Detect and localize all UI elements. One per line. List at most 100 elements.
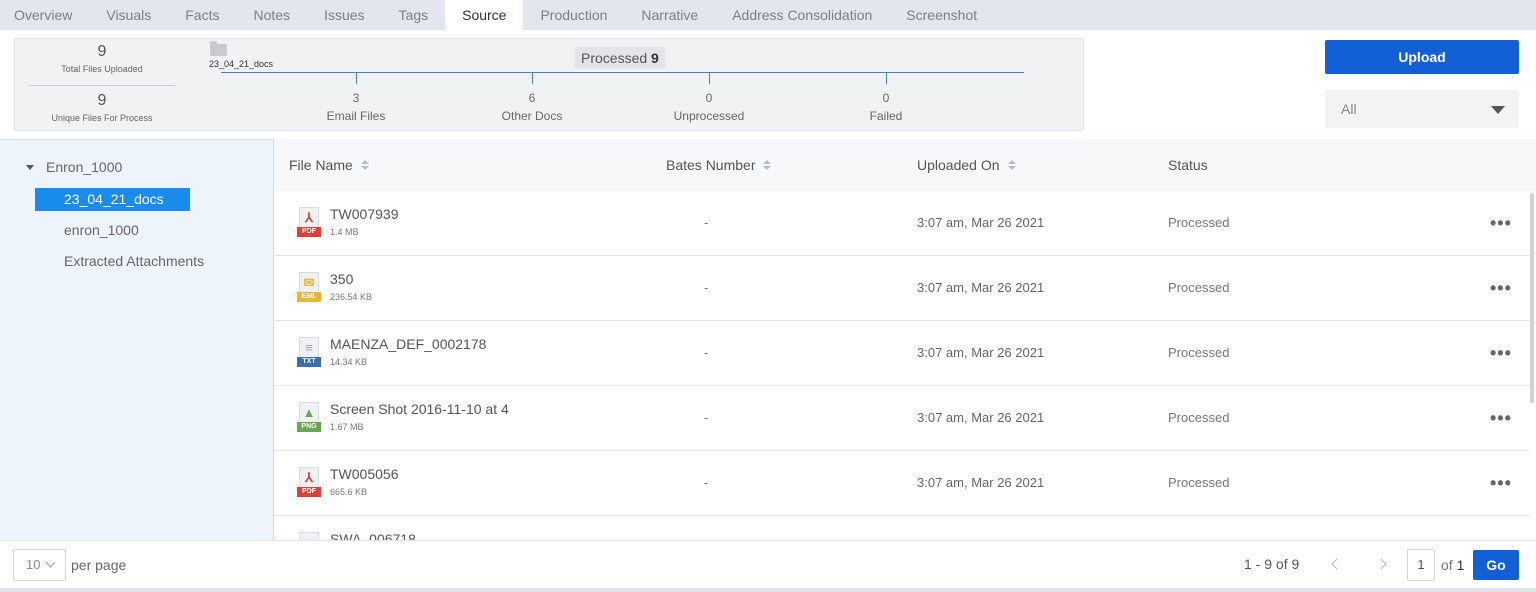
more-options-icon[interactable]: ••• [1490,473,1512,494]
bottom-strip [0,588,1536,592]
source-panel: 9 Total Files Uploaded 9 Unique Files Fo… [0,30,1536,592]
status-text: Processed [1168,475,1230,490]
upload-button[interactable]: Upload [1325,40,1519,74]
failed-stat: 0 Failed [826,91,946,123]
file-name[interactable]: SWA_006718 [330,531,416,540]
tab-overview[interactable]: Overview [14,0,89,30]
tab-source[interactable]: Source [445,0,524,30]
file-size: 1.67 MB [330,422,364,432]
file-name[interactable]: TW005056 [330,466,398,482]
tab-bar: Overview Visuals Facts Notes Issues Tags… [0,0,1536,30]
upload-summary: 9 Total Files Uploaded 9 Unique Files Fo… [14,38,1084,131]
file-name[interactable]: TW007939 [330,206,398,222]
uploaded-on: 3:07 am, Mar 26 2021 [917,280,1045,295]
folder-tree: Enron_1000 23_04_21_docs enron_1000 Extr… [0,139,274,540]
col-status-label: Status [1168,157,1208,173]
go-button[interactable]: Go [1473,550,1519,580]
table-row[interactable]: ⅄ PDF TW007939 1.4 MB - 3:07 am, Mar 26 … [274,191,1530,256]
col-uploaded-on[interactable]: Uploaded On [917,157,1016,173]
col-status: Status [1168,157,1208,173]
unprocessed-value: 0 [705,91,713,105]
email-files-value: 3 [352,91,360,105]
tab-facts[interactable]: Facts [168,0,236,30]
more-options-icon[interactable]: ••• [1490,343,1512,364]
tab-visuals[interactable]: Visuals [89,0,168,30]
timeline-tick [709,72,710,84]
sort-icon[interactable] [763,160,772,170]
processed-label: Processed [581,50,648,66]
eml-file-icon: ✉ EML [297,272,321,304]
file-name[interactable]: MAENZA_DEF_0002178 [330,336,486,352]
other-docs-label: Other Docs [501,109,563,123]
page-number-input[interactable]: 1 [1407,549,1435,581]
table-row[interactable]: ✉ EML 350 236.54 KB - 3:07 am, Mar 26 20… [274,256,1530,321]
file-size: 1.4 MB [330,227,359,237]
status-text: Processed [1168,410,1230,425]
unique-files-value: 9 [97,92,107,109]
total-files-label: Total Files Uploaded [61,64,143,74]
table-row[interactable]: SWA_006718 [274,516,1530,540]
tab-screenshot[interactable]: Screenshot [889,0,994,30]
processed-count: 9 [651,50,659,66]
tab-address-consolidation[interactable]: Address Consolidation [715,0,889,30]
status-text: Processed [1168,280,1230,295]
more-options-icon[interactable]: ••• [1490,213,1512,234]
page-range: 1 - 9 of 9 [1244,556,1300,572]
status-text: Processed [1168,345,1230,360]
more-options-icon[interactable]: ••• [1490,278,1512,299]
unprocessed-stat: 0 Unprocessed [649,91,769,123]
file-name[interactable]: 350 [330,271,353,287]
png-file-icon: ▲ PNG [297,402,321,434]
table-row[interactable]: ▲ PNG Screen Shot 2016-11-10 at 4 1.67 M… [274,386,1530,451]
uploaded-on: 3:07 am, Mar 26 2021 [917,410,1045,425]
table-row[interactable]: ⅄ PDF TW005056 665.6 KB - 3:07 am, Mar 2… [274,451,1530,516]
tree-node-enron-1000[interactable]: enron_1000 [35,219,168,242]
email-files-label: Email Files [326,109,386,123]
total-files-value: 9 [97,43,107,60]
tab-notes[interactable]: Notes [236,0,307,30]
sort-icon[interactable] [1007,160,1016,170]
tree-node-root[interactable]: Enron_1000 [26,159,122,175]
file-name[interactable]: Screen Shot 2016-11-10 at 4 [330,401,509,417]
email-files-stat: 3 Email Files [296,91,416,123]
txt-file-icon: ≡ TXT [297,337,321,369]
tree-node-extracted-attachments[interactable]: Extracted Attachments [35,250,233,273]
expand-caret-icon[interactable] [26,164,34,170]
failed-label: Failed [869,109,903,123]
table-row[interactable]: ≡ TXT MAENZA_DEF_0002178 14.34 KB - 3:07… [274,321,1530,386]
per-page-value: 10 [26,557,41,572]
more-options-icon[interactable]: ••• [1490,408,1512,429]
other-docs-value: 6 [528,91,536,105]
col-bates-number[interactable]: Bates Number [666,157,772,173]
tab-production[interactable]: Production [523,0,624,30]
tab-narrative[interactable]: Narrative [624,0,715,30]
per-page-select[interactable]: 10 [13,549,66,581]
bates-number: - [704,280,709,295]
chevron-right-icon[interactable] [1375,558,1387,570]
bates-number: - [704,410,709,425]
pdf-file-icon: ⅄ PDF [297,207,321,239]
timeline-line [221,72,1024,73]
file-size: 14.34 KB [330,357,368,367]
col-file-name[interactable]: File Name [289,157,369,173]
status-filter-select[interactable]: All [1325,90,1519,128]
bates-number: - [704,215,709,230]
file-table-body: ⅄ PDF TW007939 1.4 MB - 3:07 am, Mar 26 … [274,191,1530,540]
filter-value: All [1341,101,1357,117]
unique-files-stat: 9 Unique Files For Process [29,92,175,123]
uploaded-on: 3:07 am, Mar 26 2021 [917,345,1045,360]
table-scrollbar[interactable] [1530,193,1534,403]
sort-icon[interactable] [360,160,369,170]
unprocessed-label: Unprocessed [673,109,745,123]
unique-files-label: Unique Files For Process [51,113,153,123]
tree-node-23-04-21-docs[interactable]: 23_04_21_docs [35,188,190,211]
file-icon [297,532,321,540]
table-header: File Name Bates Number Uploaded On Statu… [274,139,1536,191]
tab-issues[interactable]: Issues [307,0,381,30]
chevron-left-icon[interactable] [1331,558,1343,570]
tree-root-label: Enron_1000 [46,159,123,175]
file-size: 236.54 KB [330,292,373,302]
caret-down-icon [1491,106,1505,114]
tab-tags[interactable]: Tags [382,0,446,30]
file-size: 665.6 KB [330,487,368,497]
